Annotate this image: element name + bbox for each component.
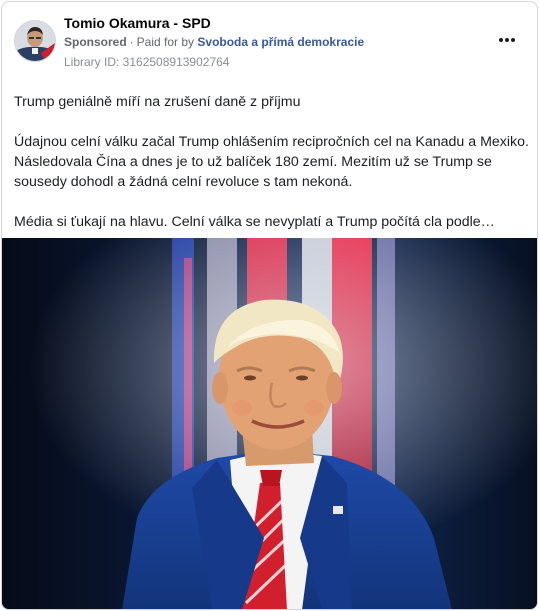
ad-card: Tomio Okamura - SPD Sponsored · Paid for b… (1, 1, 538, 610)
page-name[interactable]: Tomio Okamura - SPD (64, 15, 211, 31)
avatar-image (15, 21, 55, 61)
post-text: Trump geniálně míří na zrušení daně z př… (14, 92, 529, 232)
sponsored-label: Sponsored (64, 35, 127, 49)
post-header: Tomio Okamura - SPD Sponsored · Paid for b… (2, 2, 537, 82)
payer-link[interactable]: Svoboda a přímá demokracie (197, 35, 364, 49)
post-photo[interactable] (2, 238, 537, 609)
more-options-button[interactable] (495, 32, 519, 48)
paid-for-prefix: Paid for by (136, 35, 195, 49)
photo-illustration (2, 238, 537, 609)
sponsor-line: Sponsored · Paid for by Svoboda a přímá de… (64, 35, 364, 49)
separator-dot: · (129, 35, 134, 49)
more-horizontal-icon (499, 38, 515, 42)
post-headline: Trump geniálně míří na zrušení daně z př… (14, 94, 301, 110)
page-avatar[interactable] (14, 20, 56, 62)
post-paragraph-truncated[interactable]: Média si ťukají na hlavu. Celní válka se… (14, 212, 529, 232)
library-id: Library ID: 3162508913902764 (64, 55, 230, 69)
post-paragraph: Údajnou celní válku začal Trump ohlášení… (14, 134, 529, 190)
